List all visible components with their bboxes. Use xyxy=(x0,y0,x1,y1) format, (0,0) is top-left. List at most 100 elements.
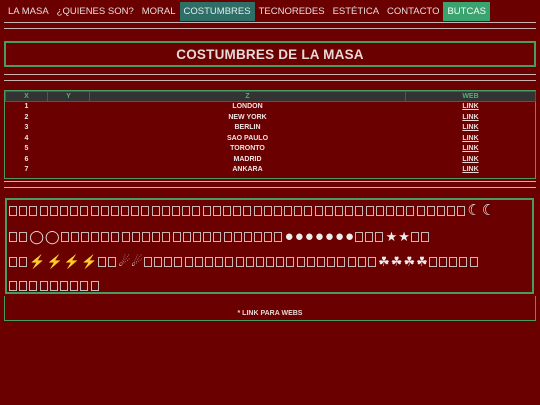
missing-glyph-box xyxy=(337,257,346,267)
missing-glyph-box xyxy=(324,206,333,216)
title-panel: COSTUMBRES DE LA MASA xyxy=(4,41,536,67)
missing-glyph-box xyxy=(273,206,282,216)
missing-glyph-box xyxy=(274,232,283,242)
missing-glyph-box xyxy=(306,257,315,267)
missing-glyph-box xyxy=(182,206,191,216)
globe-icon: ● xyxy=(284,228,294,245)
web-link[interactable]: LINK xyxy=(462,156,478,163)
missing-glyph-box xyxy=(143,257,152,267)
missing-glyph-box xyxy=(164,257,173,267)
cell-y xyxy=(48,123,90,134)
lightning-icon: ⚡ xyxy=(29,254,46,269)
missing-glyph-box xyxy=(243,232,252,242)
missing-glyph-box xyxy=(317,257,325,267)
missing-glyph-box xyxy=(335,206,343,216)
missing-glyph-box xyxy=(90,206,99,216)
missing-glyph-box xyxy=(223,232,232,242)
cell-x: 3 xyxy=(24,124,29,131)
missing-glyph-box xyxy=(202,206,211,216)
missing-glyph-box xyxy=(284,206,293,216)
missing-glyph-box xyxy=(100,206,109,216)
missing-glyph-box xyxy=(436,206,445,216)
missing-glyph-box xyxy=(19,206,28,216)
cell-city: ANKARA xyxy=(232,166,263,173)
missing-glyph-box xyxy=(192,232,201,242)
missing-glyph-box xyxy=(154,257,162,267)
missing-glyph-box xyxy=(204,257,213,267)
missing-glyph-box xyxy=(233,232,242,242)
missing-glyph-box xyxy=(235,257,244,267)
missing-glyph-box xyxy=(151,206,160,216)
missing-glyph-box xyxy=(174,257,183,267)
missing-glyph-box xyxy=(365,232,374,242)
nav-item-moral[interactable]: MORAL xyxy=(138,2,180,21)
symbols-row-1: ☾ ☾ xyxy=(9,203,496,219)
nav-item-estetica[interactable]: ESTÉTICA xyxy=(329,2,383,21)
missing-glyph-box xyxy=(276,257,285,267)
globe-icon: ● xyxy=(314,228,324,245)
missing-glyph-box xyxy=(421,232,430,242)
missing-glyph-box xyxy=(39,206,48,216)
web-link[interactable]: LINK xyxy=(462,166,478,173)
missing-glyph-box xyxy=(121,232,130,242)
web-link[interactable]: LINK xyxy=(462,145,478,152)
missing-glyph-box xyxy=(70,206,79,216)
web-link[interactable]: LINK xyxy=(462,135,478,142)
cell-web: LINK xyxy=(406,165,536,176)
missing-glyph-box xyxy=(416,206,425,216)
cities-table-panel: X Y Z WEB 1 LONDON LINK 2 NEW YORK LINK … xyxy=(4,90,536,179)
cell-city: LONDON xyxy=(232,103,263,110)
nav-item-contacto[interactable]: CONTACTO xyxy=(383,2,443,21)
missing-glyph-box xyxy=(263,206,272,216)
shamrock-icon: ☘ xyxy=(378,254,390,269)
missing-glyph-box xyxy=(49,206,58,216)
missing-glyph-box xyxy=(152,232,161,242)
missing-glyph-box xyxy=(184,257,193,267)
web-link[interactable]: LINK xyxy=(462,114,478,121)
comet-icon: ☄ xyxy=(118,254,131,269)
cell-x: 5 xyxy=(24,145,29,152)
circle-icon: ◯ xyxy=(29,229,44,244)
missing-glyph-box xyxy=(91,232,100,242)
missing-glyph-box xyxy=(142,232,150,242)
cell-web: LINK xyxy=(406,134,536,145)
missing-glyph-box xyxy=(438,257,447,267)
missing-glyph-box xyxy=(396,206,405,216)
nav-item-butcas[interactable]: BUTCAS xyxy=(443,1,491,21)
page-title: COSTUMBRES DE LA MASA xyxy=(176,46,364,62)
lightning-icon: ⚡ xyxy=(80,254,98,269)
column-header-web: WEB xyxy=(405,91,536,102)
missing-glyph-box xyxy=(121,206,130,216)
cell-city: TORONTO xyxy=(230,145,265,152)
nav-item-tecnoredes[interactable]: TECNOREDES xyxy=(255,2,329,21)
missing-glyph-box xyxy=(70,232,79,242)
missing-glyph-box xyxy=(304,206,313,216)
missing-glyph-box xyxy=(222,206,231,216)
missing-glyph-box xyxy=(59,206,68,216)
missing-glyph-box xyxy=(294,206,303,216)
missing-glyph-box xyxy=(19,232,28,242)
column-header-x: X xyxy=(5,91,48,102)
missing-glyph-box xyxy=(375,232,384,242)
nav-item-costumbres[interactable]: COSTUMBRES xyxy=(179,1,255,21)
cell-city: NEW YORK xyxy=(228,113,267,121)
missing-glyph-box xyxy=(469,257,478,267)
missing-glyph-box xyxy=(255,257,264,267)
nav-item-quienes-son[interactable]: ¿QUIENES SON? xyxy=(53,2,138,21)
missing-glyph-box xyxy=(215,257,224,267)
symbols-row-2: ◯ ◯ ● ● ● ● ● ● ● ★ ★ xyxy=(9,229,431,245)
missing-glyph-box xyxy=(449,257,458,267)
missing-glyph-box xyxy=(9,232,17,242)
nav-item-la-masa[interactable]: LA MASA xyxy=(4,2,53,21)
web-link[interactable]: LINK xyxy=(462,103,478,110)
shamrock-icon: ☘ xyxy=(416,254,428,269)
divider-lower xyxy=(4,181,536,188)
globe-icon: ● xyxy=(334,228,344,245)
missing-glyph-box xyxy=(375,206,384,216)
missing-glyph-box xyxy=(80,281,89,291)
missing-glyph-box xyxy=(131,206,140,216)
missing-glyph-box xyxy=(457,206,466,216)
cell-y xyxy=(48,113,90,124)
missing-glyph-box xyxy=(162,232,171,242)
web-link[interactable]: LINK xyxy=(462,124,478,131)
